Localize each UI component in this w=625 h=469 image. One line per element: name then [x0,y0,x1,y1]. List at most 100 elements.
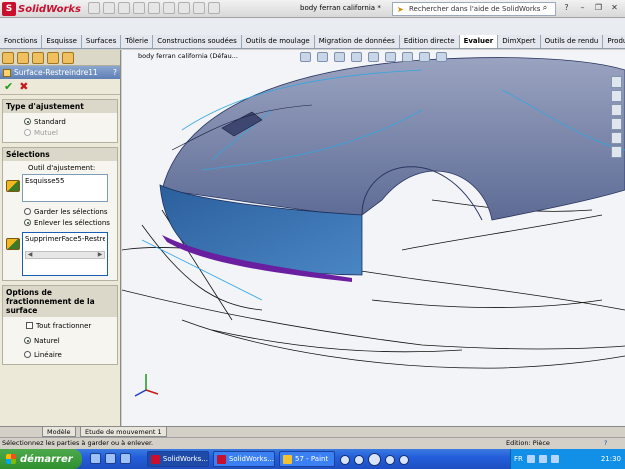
tab-fonctions[interactable]: Fonctions [0,35,43,48]
pieces-list-item[interactable]: SupprimerFace5-Restreindre [25,235,105,243]
previous-view-icon[interactable] [334,52,345,62]
split-all-checkbox[interactable] [26,322,33,329]
tab-outils-de-moulage[interactable]: Outils de moulage [241,35,315,48]
minimize-icon[interactable]: – [576,3,589,14]
help-search-input[interactable]: ➤ Rechercher dans l'aide de SolidWorks [392,2,556,16]
select-icon[interactable] [163,2,175,14]
trim-tool-field[interactable]: Esquisse55 [22,174,108,202]
pieces-list[interactable]: SupprimerFace5-Restreindre ◀ ▶ [22,232,108,276]
pause-icon[interactable] [368,453,381,466]
dimxpert-manager-icon[interactable] [47,52,59,64]
command-manager-ribbon [0,18,625,35]
tab-migration-de-donn-es[interactable]: Migration de données [314,35,400,48]
tab-esquisse[interactable]: Esquisse [42,35,82,48]
media-player-icon[interactable] [120,453,131,464]
car-body-model[interactable] [122,50,625,426]
zoom-to-fit-icon[interactable] [300,52,311,62]
view-orientation-icon[interactable] [368,52,379,62]
remove-selections-radio[interactable] [24,219,31,226]
taskbar-item-solidworks-2[interactable]: SolidWorks... [213,451,275,467]
split-options-group: Options de fractionnement de la surface … [2,285,118,365]
start-button[interactable]: démarrer [0,449,82,469]
print-icon[interactable] [133,2,145,14]
tab-evaluer[interactable]: Evaluer [459,35,499,48]
tab-dimxpert[interactable]: DimXpert [498,35,541,48]
status-help-icon[interactable]: ? [604,438,607,449]
standard-radio-option[interactable]: Standard [6,116,114,127]
options-icon[interactable] [208,2,220,14]
feature-manager-icon[interactable] [2,52,14,64]
show-desktop-icon[interactable] [105,453,116,464]
model-tabs: Modèle Etude de mouvement 1 [0,426,625,437]
edit-appearance-icon[interactable] [419,52,430,62]
natural-radio[interactable] [24,337,31,344]
stop-icon[interactable] [340,454,350,465]
media-controls [340,453,409,466]
configuration-manager-icon[interactable] [32,52,44,64]
rebuild-icon[interactable] [178,2,190,14]
previous-icon[interactable] [354,454,364,465]
property-manager-icon[interactable] [17,52,29,64]
linear-radio[interactable] [24,351,31,358]
section-view-icon[interactable] [351,52,362,62]
standard-radio[interactable] [24,118,31,125]
search-icon[interactable]: ⌕ [538,3,552,15]
browser-icon[interactable] [90,453,101,464]
display-style-icon[interactable] [385,52,396,62]
appearances-icon[interactable] [611,132,622,144]
file-properties-icon[interactable] [193,2,205,14]
keep-selections-radio[interactable] [24,208,31,215]
custom-properties-icon[interactable] [611,146,622,158]
help-icon[interactable]: ? [560,3,573,14]
trim-surface-icon [3,68,11,77]
scroll-right-icon[interactable]: ▶ [96,252,104,258]
tab-edition-directe[interactable]: Edition directe [399,35,460,48]
close-icon[interactable]: ✕ [608,3,621,14]
security-icon[interactable] [550,455,559,463]
pieces-list-scrollbar[interactable]: ◀ ▶ [25,251,105,259]
tab-surfaces[interactable]: Surfaces [81,35,122,48]
design-library-icon[interactable] [611,90,622,102]
mute-icon[interactable] [399,454,409,465]
scroll-left-icon[interactable]: ◀ [26,252,34,258]
tab-t-lerie[interactable]: Tôlerie [121,35,154,48]
graphics-viewport[interactable] [122,50,625,426]
next-icon[interactable] [385,454,395,465]
tab-outils-de-rendu[interactable]: Outils de rendu [540,35,604,48]
tab-produ[interactable]: Produ [603,35,625,48]
zoom-area-icon[interactable] [317,52,328,62]
open-icon[interactable] [103,2,115,14]
hide-show-items-icon[interactable] [402,52,413,62]
split-all-option[interactable]: Tout fractionner [6,320,114,331]
search-arrow-icon: ➤ [397,4,404,14]
help-icon[interactable]: ? [113,66,117,79]
ok-check-icon[interactable]: ✔ [4,81,13,92]
taskbar-item-paint[interactable]: 57 - Paint [279,451,335,467]
taskbar-item-solidworks-1[interactable]: SolidWorks... [147,451,209,467]
apply-scene-icon[interactable] [436,52,447,62]
new-document-icon[interactable] [88,2,100,14]
language-indicator[interactable]: FR [514,455,523,463]
save-icon[interactable] [118,2,130,14]
keep-selections-option[interactable]: Garder les sélections [6,206,114,217]
linear-option[interactable]: Linéaire [6,349,114,360]
view-palette-icon[interactable] [611,118,622,130]
volume-icon[interactable] [538,455,547,463]
natural-option[interactable]: Naturel [6,335,114,346]
display-manager-icon[interactable] [62,52,74,64]
feature-title: Surface-Restreindre11 [14,68,98,77]
undo-icon[interactable] [148,2,160,14]
network-icon[interactable] [526,455,535,463]
windows-logo-icon [6,454,16,464]
cancel-x-icon[interactable]: ✖ [19,81,28,92]
task-label: 57 - Paint [295,455,329,463]
restore-icon[interactable]: ❐ [592,3,605,14]
file-explorer-icon[interactable] [611,104,622,116]
tab-constructions-soud-es[interactable]: Constructions soudées [153,35,242,48]
remove-selections-option[interactable]: Enlever les sélections [6,217,114,228]
tab-motion-study[interactable]: Etude de mouvement 1 [80,427,167,437]
solidworks-logo[interactable]: S SolidWorks [2,1,81,17]
feature-tree-flyout[interactable]: body ferran california (Défau... [138,52,238,60]
tab-model[interactable]: Modèle [42,427,76,437]
resources-icon[interactable] [611,76,622,88]
